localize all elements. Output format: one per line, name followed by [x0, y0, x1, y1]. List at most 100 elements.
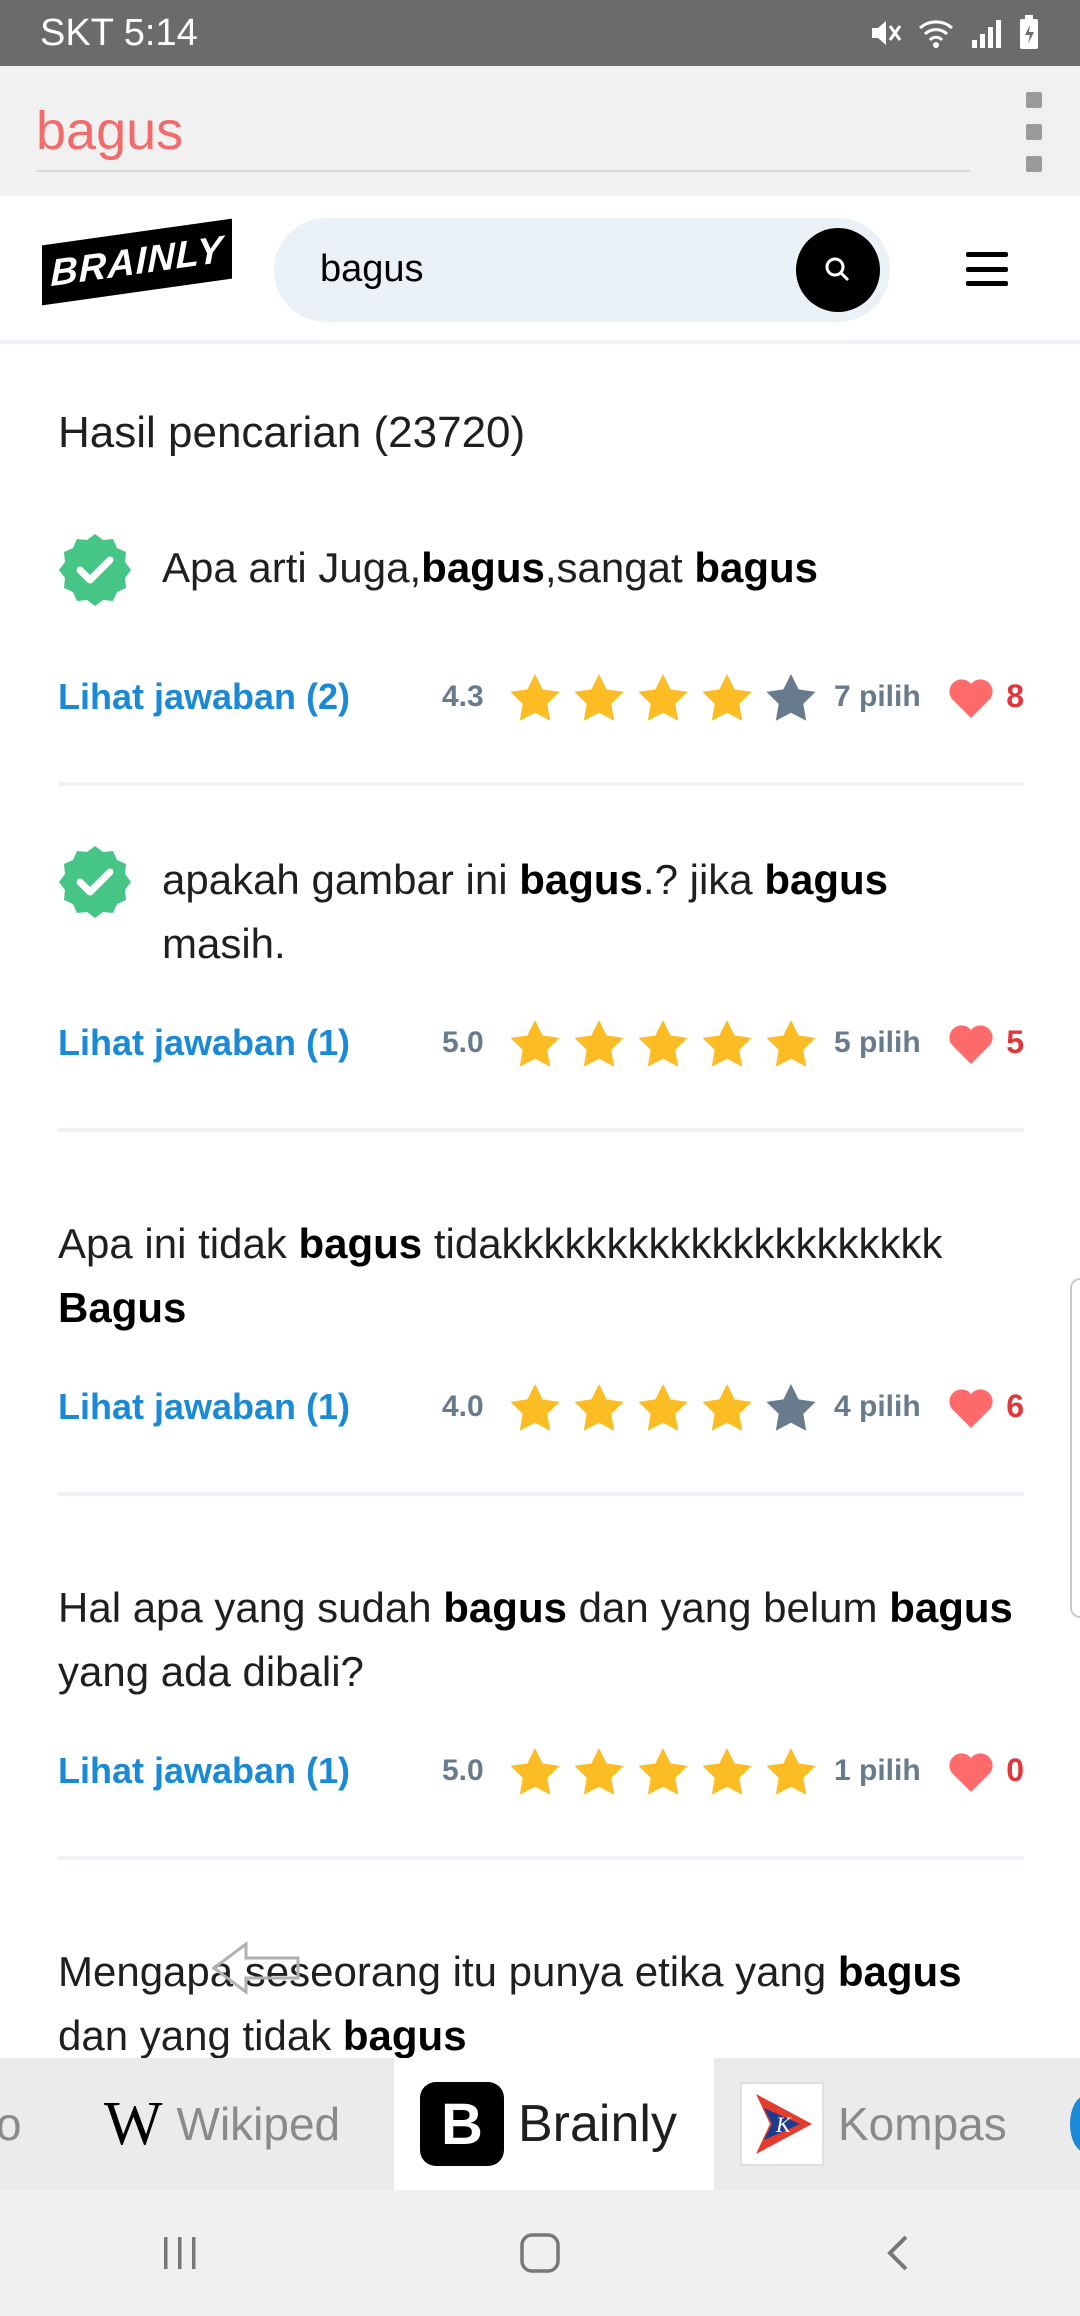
question-text-segment: Apa arti Juga, — [162, 544, 422, 591]
brainly-logo[interactable]: BRAINLY — [42, 218, 232, 306]
question-text-segment: masih. — [162, 920, 286, 967]
rating-stars — [506, 1016, 820, 1074]
status-bar: SKT 5:14 — [0, 0, 1080, 66]
rating-value: 4.0 — [442, 1390, 484, 1423]
highlight-term: bagus — [889, 1584, 1013, 1631]
result-meta: Lihat jawaban (1) 4.0 4 pilih 6 — [58, 1380, 1024, 1440]
question-text-segment: ,sangat — [544, 544, 695, 591]
result-meta: Lihat jawaban (2) 4.3 7 pilih 8 — [58, 670, 1024, 730]
star-icon — [638, 674, 688, 721]
question-text-segment: Apa ini tidak — [58, 1220, 299, 1267]
star-icon — [766, 1020, 816, 1067]
highlight-term: bagus — [443, 1584, 567, 1631]
result-question-text[interactable]: Apa ini tidak bagus tidakkkkkkkkkkkkkkkk… — [58, 1212, 1018, 1340]
recent-apps-button[interactable] — [140, 2223, 220, 2283]
battery-charging-icon — [1020, 15, 1038, 49]
question-text-segment: .? jika — [642, 856, 765, 903]
heart-icon[interactable] — [946, 1020, 996, 1070]
star-icon — [510, 1384, 560, 1431]
status-icons — [868, 15, 1040, 51]
question-text-segment: dan yang tidak — [58, 2012, 343, 2058]
rating-value: 5.0 — [442, 1754, 484, 1787]
see-answers-link[interactable]: Lihat jawaban (1) — [58, 1386, 350, 1428]
query-text[interactable]: bagus — [36, 100, 183, 162]
heart-icon[interactable] — [946, 1384, 996, 1434]
result-question-row[interactable]: apakah gambar ini bagus.? jika bagus mas… — [58, 846, 1018, 976]
tab-wikipedia[interactable]: W Wikiped — [104, 2058, 394, 2190]
query-bar: bagus — [0, 66, 1080, 196]
star-icon — [766, 1384, 816, 1431]
wikipedia-icon: W — [104, 2089, 163, 2158]
search-button[interactable] — [796, 228, 880, 312]
highlight-term: bagus — [764, 856, 888, 903]
highlight-term: Bagus — [58, 1284, 187, 1331]
scroll-indicator[interactable] — [1070, 1278, 1080, 1618]
star-icon — [702, 674, 752, 721]
heart-icon[interactable] — [946, 1748, 996, 1798]
likes-count: 0 — [1006, 1752, 1024, 1788]
hamburger-menu-icon[interactable] — [966, 252, 1008, 286]
question-text-segment: yang ada dibali? — [58, 1648, 364, 1695]
signal-icon — [972, 20, 1001, 48]
result-question-row[interactable]: Apa ini tidak bagus tidakkkkkkkkkkkkkkkk… — [58, 1212, 1018, 1340]
tab-label: Kompas — [838, 2098, 1007, 2150]
rating-stars — [506, 670, 820, 728]
brainly-header: BRAINLY bagus — [0, 196, 1080, 344]
result-question-row[interactable]: Apa arti Juga,bagus,sangat bagus — [58, 534, 1018, 610]
mute-icon — [872, 21, 902, 45]
brainly-logo-text: BRAINLY — [50, 228, 224, 295]
highlight-term: bagus — [298, 1220, 423, 1267]
tab-label: Wikiped — [176, 2098, 341, 2150]
tab-kompas[interactable]: K Kompas — [740, 2058, 1060, 2190]
query-underline — [36, 170, 970, 172]
star-icon — [638, 1384, 688, 1431]
arrow-overlay-icon — [211, 1941, 300, 1995]
home-icon — [520, 2233, 560, 2273]
star-icon — [638, 1020, 688, 1067]
tab-strip: o W Wikiped B Brainly K Kompas — [0, 2058, 1080, 2190]
star-icon — [510, 674, 560, 721]
search-input[interactable]: bagus — [274, 218, 890, 322]
star-icon — [702, 1748, 752, 1795]
likes-count: 6 — [1006, 1388, 1024, 1424]
result-divider — [58, 782, 1024, 786]
search-input-value: bagus — [320, 248, 424, 290]
result-question-text[interactable]: apakah gambar ini bagus.? jika bagus mas… — [162, 848, 1018, 976]
result-question-text[interactable]: Apa arti Juga,bagus,sangat bagus — [162, 536, 818, 600]
svg-text:K: K — [775, 2112, 792, 2137]
see-answers-link[interactable]: Lihat jawaban (1) — [58, 1750, 350, 1792]
see-answers-link[interactable]: Lihat jawaban (2) — [58, 676, 350, 718]
search-results: Hasil pencarian (23720) Apa arti Juga,ba… — [0, 348, 1080, 2058]
tab-partial[interactable]: o — [0, 2058, 36, 2190]
votes-count: 5 pilih — [834, 1026, 921, 1059]
back-icon — [887, 2235, 908, 2271]
votes-count: 7 pilih — [834, 680, 921, 713]
star-icon — [510, 1020, 560, 1067]
recent-apps-icon — [164, 2237, 196, 2269]
home-button[interactable] — [500, 2223, 580, 2283]
rating-stars — [506, 1380, 820, 1438]
votes-count: 4 pilih — [834, 1390, 921, 1423]
highlight-term: bagus — [519, 856, 643, 903]
heart-icon[interactable] — [946, 674, 996, 724]
result-question-text[interactable]: Hal apa yang sudah bagus dan yang belum … — [58, 1576, 1018, 1704]
star-icon — [574, 1384, 624, 1431]
next-tab-partial[interactable] — [1070, 2096, 1080, 2152]
question-text-segment: apakah gambar ini — [162, 856, 520, 903]
result-question-row[interactable]: Hal apa yang sudah bagus dan yang belum … — [58, 1576, 1018, 1704]
see-answers-link[interactable]: Lihat jawaban (1) — [58, 1022, 350, 1064]
star-icon — [638, 1748, 688, 1795]
back-button[interactable] — [860, 2223, 940, 2283]
result-question-row[interactable]: Mengapa seseorang itu punya etika yang b… — [58, 1940, 1018, 2058]
rating-value: 5.0 — [442, 1026, 484, 1059]
wifi-icon — [919, 20, 953, 48]
tab-label: Brainly — [518, 2095, 677, 2153]
kebab-menu-icon[interactable] — [1022, 92, 1046, 172]
likes-count: 8 — [1006, 678, 1024, 714]
highlight-term: bagus — [421, 544, 545, 591]
result-divider — [58, 1128, 1024, 1132]
status-time: SKT 5:14 — [40, 11, 198, 54]
verified-check-icon — [59, 534, 131, 606]
result-question-text[interactable]: Mengapa seseorang itu punya etika yang b… — [58, 1940, 1018, 2058]
tab-brainly[interactable]: B Brainly — [394, 2058, 714, 2190]
